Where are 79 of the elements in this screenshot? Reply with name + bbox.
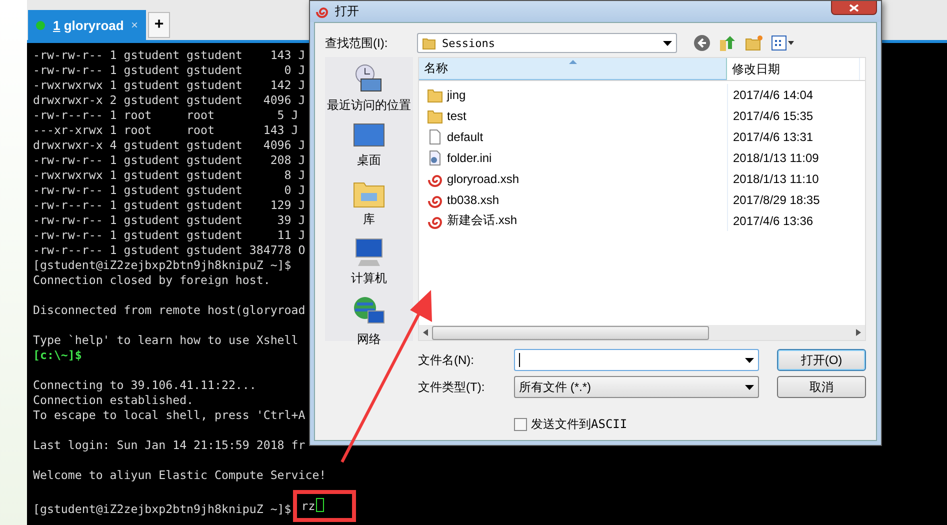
terminal-line: drwxrwxr-x 2 gstudent gstudent 4096 J: [33, 93, 306, 107]
text-cursor: [316, 498, 324, 512]
close-icon: [848, 4, 860, 12]
modified-date: 2018/1/13 11:10: [727, 168, 859, 189]
back-icon[interactable]: [693, 34, 711, 52]
folder-icon: [427, 86, 443, 102]
checkbox-label[interactable]: 发送文件到ASCII: [531, 416, 628, 433]
terminal-line: -rw-r--r-- 1 gstudent gstudent 129 J: [33, 198, 306, 212]
terminal-line: ---xr-xrwx 1 root root 143 J: [33, 123, 298, 137]
local-prompt: [c:\~]$: [33, 348, 82, 362]
terminal-line: -rwxrwxrwx 1 gstudent gstudent 142 J: [33, 78, 306, 92]
place-label[interactable]: 桌面: [357, 152, 381, 169]
terminal-line: drwxrwxr-x 4 gstudent gstudent 4096 J: [33, 138, 306, 152]
modified-date: 2017/8/29 18:35: [727, 189, 859, 210]
caret-icon: [663, 40, 672, 46]
file-name[interactable]: default: [419, 128, 727, 144]
file-name[interactable]: test: [419, 108, 727, 124]
column-header[interactable]: 名称: [419, 58, 727, 80]
file-name[interactable]: 新建会话.xsh: [419, 212, 727, 229]
terminal-line: -rw-r--r-- 1 root root 5 J: [33, 108, 298, 122]
terminal-line: -rw-rw-r-- 1 gstudent gstudent 208 J: [33, 153, 306, 167]
file-name-field[interactable]: [514, 349, 759, 371]
place-label[interactable]: 网络: [357, 331, 381, 348]
terminal-line: -rw-r--r-- 1 gstudent gstudent 384778 O: [33, 243, 306, 257]
up-folder-icon[interactable]: [719, 34, 737, 52]
checkbox[interactable]: [514, 418, 527, 431]
close-button[interactable]: [831, 1, 877, 15]
look-in-dropdown[interactable]: Sessions: [417, 33, 677, 53]
modified-date: 2017/4/6 13:31: [727, 126, 859, 147]
session-tab[interactable]: 1 gloryroad ×: [28, 10, 146, 40]
cancel-button[interactable]: 取消: [777, 376, 866, 398]
settings-file-icon: [427, 150, 443, 166]
view-menu-icon[interactable]: [771, 35, 795, 51]
modified-date: 2017/4/6 14:04: [727, 84, 859, 105]
terminal-line: -rw-rw-r-- 1 gstudent gstudent 0 J: [33, 183, 306, 197]
horizontal-scrollbar[interactable]: [419, 325, 865, 340]
terminal-line: Connection closed by foreign host.: [33, 273, 270, 287]
terminal-line: -rw-rw-r-- 1 gstudent gstudent 39 J: [33, 213, 306, 227]
modified-date: 2017/4/6 13:36: [727, 210, 859, 231]
terminal-line: Connection established.: [33, 393, 194, 407]
file-name[interactable]: gloryroad.xsh: [419, 170, 727, 186]
scroll-left-icon[interactable]: [423, 329, 428, 336]
terminal-line: Type `help' to learn how to use Xshell: [33, 333, 298, 347]
file-name[interactable]: folder.ini: [419, 150, 727, 166]
modified-date: 2017/4/6 15:35: [727, 105, 859, 126]
new-tab-button[interactable]: +: [148, 12, 170, 38]
open-button[interactable]: 打开(O): [777, 349, 866, 371]
terminal-line: Welcome to aliyun Elastic Compute Service!: [33, 468, 326, 482]
terminal-line: -rw-rw-r-- 1 gstudent gstudent 143 J: [33, 48, 306, 62]
file-type-dropdown[interactable]: 所有文件 (*.*): [514, 376, 759, 398]
file-name-label: 文件名(N):: [418, 352, 475, 368]
spiral-icon: [315, 6, 329, 18]
modified-date: 2018/1/13 11:09: [727, 147, 859, 168]
file-name[interactable]: tb038.xsh: [419, 192, 727, 208]
terminal-line: -rw-rw-r-- 1 gstudent gstudent 0 J: [33, 63, 306, 77]
look-in-label: 查找范围(I):: [325, 34, 389, 52]
terminal-line: Connecting to 39.106.41.11:22...: [33, 378, 256, 392]
place-label[interactable]: 最近访问的位置: [327, 97, 411, 114]
terminal-line: Disconnected from remote host(gloryroad: [33, 303, 306, 317]
dialog-title: 打开: [335, 3, 359, 20]
caret-icon: [745, 358, 754, 362]
place-label[interactable]: 库: [363, 211, 375, 228]
file-icon: [427, 128, 443, 144]
terminal-line: [gstudent@iZ2zejbxp2btn9jh8knipuZ ~]$: [33, 258, 292, 272]
terminal-line: -rwxrwxrwx 1 gstudent gstudent 8 J: [33, 168, 306, 182]
typed-command: rz: [301, 499, 316, 513]
caret-icon: [745, 384, 754, 390]
terminal-line: To escape to local shell, press 'Ctrl+A: [33, 408, 306, 422]
column-header[interactable]: 修改日期: [727, 58, 859, 80]
folder-icon: [427, 108, 443, 124]
place-label[interactable]: 计算机: [351, 270, 387, 287]
file-name[interactable]: jing: [419, 86, 727, 102]
file-type-label: 文件类型(T):: [418, 378, 486, 396]
shell-prompt: [gstudent@iZ2zejbxp2btn9jh8knipuZ ~]$: [33, 502, 292, 516]
folder-icon: [422, 36, 436, 50]
scroll-right-icon[interactable]: [856, 329, 861, 336]
terminal-line: Last login: Sun Jan 14 21:15:59 2018 fr: [33, 438, 306, 452]
terminal-line: -rw-rw-r-- 1 gstudent gstudent 11 J: [33, 228, 306, 242]
computer-icon[interactable]: [353, 236, 385, 268]
